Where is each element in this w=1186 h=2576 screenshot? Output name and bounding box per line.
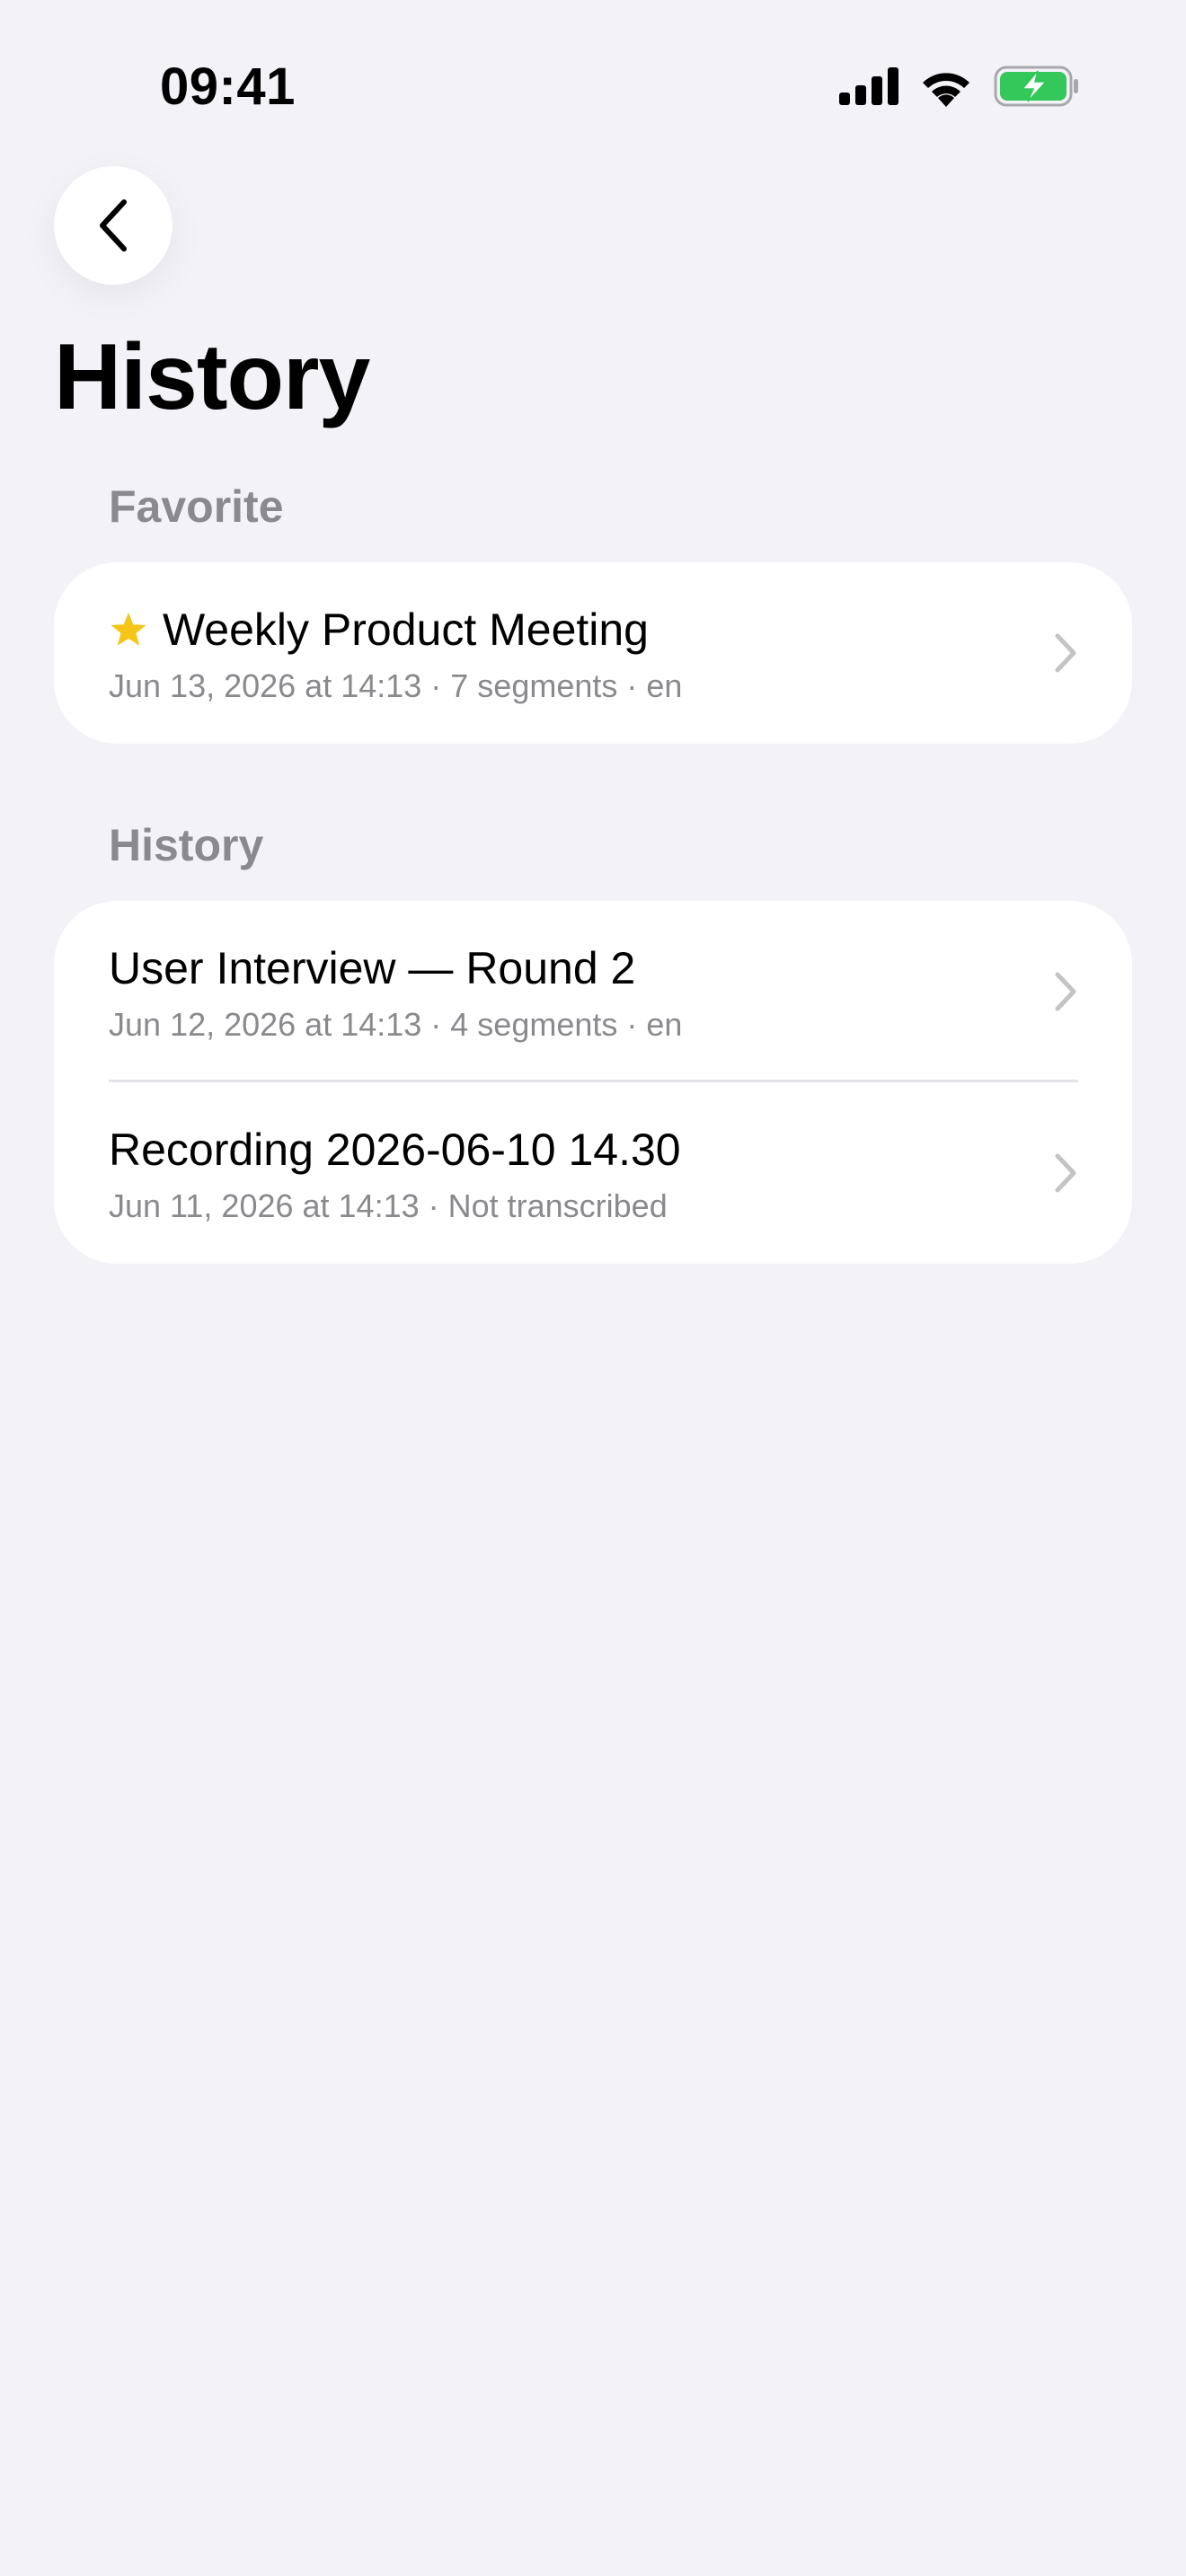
status-bar: 09:41 [0,0,1186,171]
row-subtitle: Jun 11, 2026 at 14:13 · Not transcribed [109,1187,668,1224]
page-title: History [54,325,370,429]
list-item[interactable]: Weekly Product Meeting Jun 13, 2026 at 1… [54,562,1132,744]
history-screen: 09:41 History Favorite Weekly Product Me… [0,0,1186,2576]
battery-charging-icon [994,66,1078,107]
list-item[interactable]: Recording 2026-06-10 14.30 Jun 11, 2026 … [54,1082,1132,1264]
back-button[interactable] [54,166,173,285]
history-card: User Interview — Round 2 Jun 12, 2026 at… [54,901,1132,1264]
chevron-right-icon [1055,1153,1076,1193]
status-time: 09:41 [160,57,296,116]
row-title-text: Weekly Product Meeting [163,604,649,655]
favorite-card: Weekly Product Meeting Jun 13, 2026 at 1… [54,562,1132,744]
row-title: Weekly Product Meeting [109,602,649,657]
row-subtitle: Jun 12, 2026 at 14:13 · 4 segments · en [109,1006,683,1043]
row-subtitle: Jun 13, 2026 at 14:13 · 7 segments · en [109,667,683,704]
chevron-left-icon [100,199,127,251]
status-icons [839,65,1080,108]
cellular-signal-icon [839,67,898,105]
star-icon [109,610,148,649]
section-header-favorite: Favorite [109,481,284,532]
row-title: Recording 2026-06-10 14.30 [109,1125,681,1175]
section-header-history: History [109,820,264,870]
chevron-right-icon [1055,972,1076,1011]
row-title: User Interview — Round 2 [109,943,636,993]
wifi-icon [923,73,969,107]
list-item[interactable]: User Interview — Round 2 Jun 12, 2026 at… [54,901,1132,1082]
chevron-right-icon [1055,633,1076,673]
